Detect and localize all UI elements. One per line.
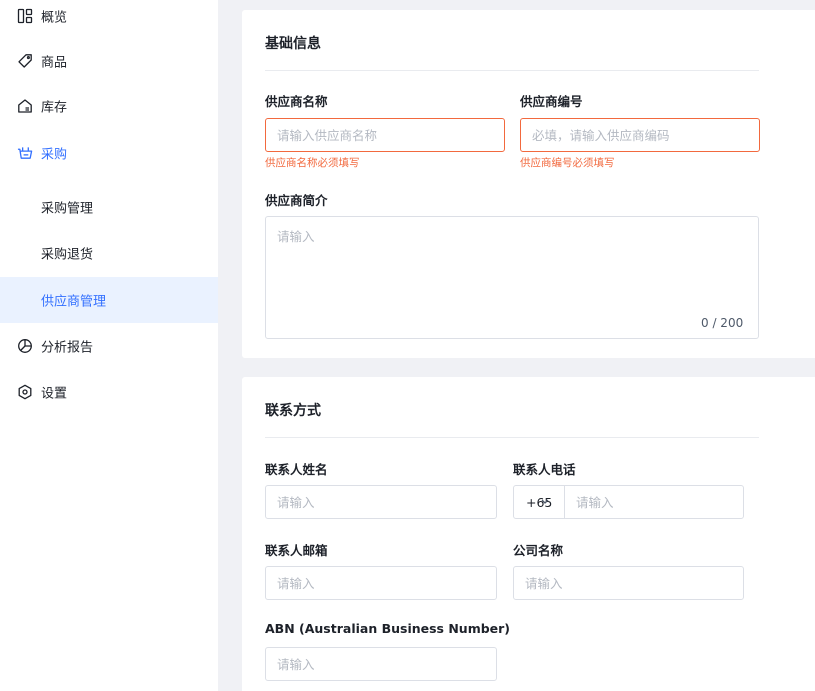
contact-name-label: 联系人姓名 <box>265 462 328 477</box>
supplier-code-input[interactable] <box>520 118 760 152</box>
sidebar-item-label: 商品 <box>41 55 68 71</box>
supplier-name-label: 供应商名称 <box>265 94 328 109</box>
sidebar-item-purchase-returns[interactable]: 采购退货 <box>0 230 218 276</box>
supplier-intro-textarea[interactable] <box>265 216 759 339</box>
sidebar-item-label: 采购管理 <box>41 201 94 217</box>
contact-name-input[interactable] <box>265 485 497 519</box>
sidebar-item-label: 采购退货 <box>41 247 94 263</box>
supplier-code-label: 供应商编号 <box>520 94 583 109</box>
card-title: 基础信息 <box>265 36 321 52</box>
contact-card: 联系方式 联系人姓名 联系人电话 +65 联系人邮箱 公司名称 ABN (Aus… <box>242 377 815 691</box>
supplier-name-error: 供应商名称必须填写 <box>265 157 360 169</box>
sidebar-item-purchase[interactable]: 采购 <box>0 130 218 176</box>
company-name-input[interactable] <box>513 566 744 600</box>
supplier-code-error: 供应商编号必须填写 <box>520 157 615 169</box>
country-code-select[interactable]: +65 <box>514 486 565 518</box>
company-name-label: 公司名称 <box>513 543 564 558</box>
sidebar-item-analytics[interactable]: 分析报告 <box>0 323 218 369</box>
divider <box>265 437 759 438</box>
dashboard-icon <box>17 8 33 24</box>
supplier-intro-label: 供应商简介 <box>265 193 328 208</box>
sidebar: 概览 商品 库存 采购 采购管理 采购退货 供应商管理 分析报告 设置 <box>0 0 218 691</box>
contact-email-input[interactable] <box>265 566 497 600</box>
settings-icon <box>17 384 33 400</box>
contact-phone-label: 联系人电话 <box>513 462 576 477</box>
sidebar-item-purchase-management[interactable]: 采购管理 <box>0 184 218 230</box>
sidebar-item-label: 设置 <box>41 386 68 402</box>
sidebar-item-supplier-management[interactable]: 供应商管理 <box>0 277 218 323</box>
sidebar-item-label: 采购 <box>41 147 68 163</box>
basket-icon <box>17 145 33 161</box>
pie-chart-icon <box>17 338 33 354</box>
char-counter: 0 / 200 <box>701 316 744 330</box>
sidebar-item-label: 库存 <box>41 100 68 116</box>
sidebar-item-label: 概览 <box>41 10 68 26</box>
sidebar-item-inventory[interactable]: 库存 <box>0 83 218 129</box>
sidebar-item-label: 分析报告 <box>41 340 94 356</box>
chevron-down-icon <box>540 495 550 510</box>
warehouse-icon <box>17 98 33 114</box>
contact-email-label: 联系人邮箱 <box>265 543 328 558</box>
abn-label: ABN (Australian Business Number) <box>265 621 511 636</box>
sidebar-item-label: 供应商管理 <box>41 294 107 310</box>
sidebar-item-products[interactable]: 商品 <box>0 38 218 84</box>
card-title: 联系方式 <box>265 403 321 419</box>
sidebar-item-settings[interactable]: 设置 <box>0 369 218 415</box>
contact-phone-group: +65 <box>513 485 744 519</box>
contact-phone-input[interactable] <box>565 486 743 518</box>
basic-info-card: 基础信息 供应商名称 供应商名称必须填写 供应商编号 供应商编号必须填写 供应商… <box>242 10 815 358</box>
sidebar-item-overview[interactable]: 概览 <box>0 0 218 39</box>
abn-input[interactable] <box>265 647 497 681</box>
supplier-name-input[interactable] <box>265 118 505 152</box>
divider <box>265 70 759 71</box>
tag-icon <box>17 53 33 69</box>
